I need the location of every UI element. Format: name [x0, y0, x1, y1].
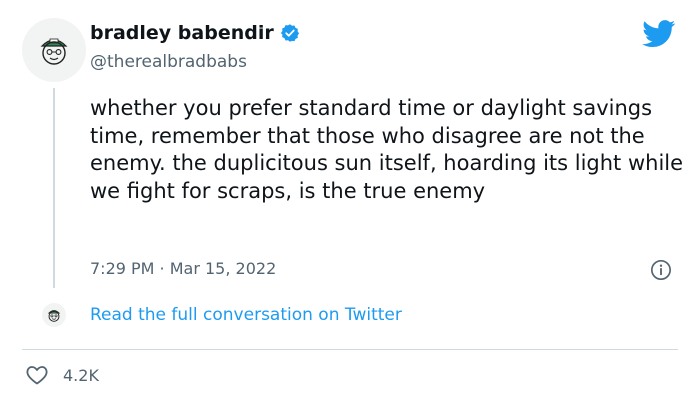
tweet-timestamp[interactable]: 7:29 PM · Mar 15, 2022: [90, 259, 276, 278]
small-avatar: [42, 303, 66, 327]
thread-line: [53, 88, 55, 288]
author-name-row[interactable]: bradley babendir: [90, 22, 300, 44]
read-full-conversation-link[interactable]: Read the full conversation on Twitter: [90, 305, 402, 325]
cartoon-face-with-cap-icon: [47, 310, 61, 322]
tweet-text: whether you prefer standard time or dayl…: [90, 96, 684, 203]
heart-outline-icon[interactable]: [25, 363, 49, 387]
author-handle[interactable]: @therealbradbabs: [90, 52, 247, 72]
twitter-bird-icon[interactable]: [642, 20, 676, 48]
verified-badge-icon: [280, 24, 299, 42]
author-name[interactable]: bradley babendir: [90, 22, 274, 44]
avatar[interactable]: [22, 18, 86, 82]
info-icon[interactable]: [650, 259, 672, 281]
like-button[interactable]: 4.2K: [25, 363, 99, 387]
divider: [22, 349, 678, 350]
like-count: 4.2K: [63, 365, 99, 385]
cartoon-face-with-cap-icon: [40, 38, 68, 65]
